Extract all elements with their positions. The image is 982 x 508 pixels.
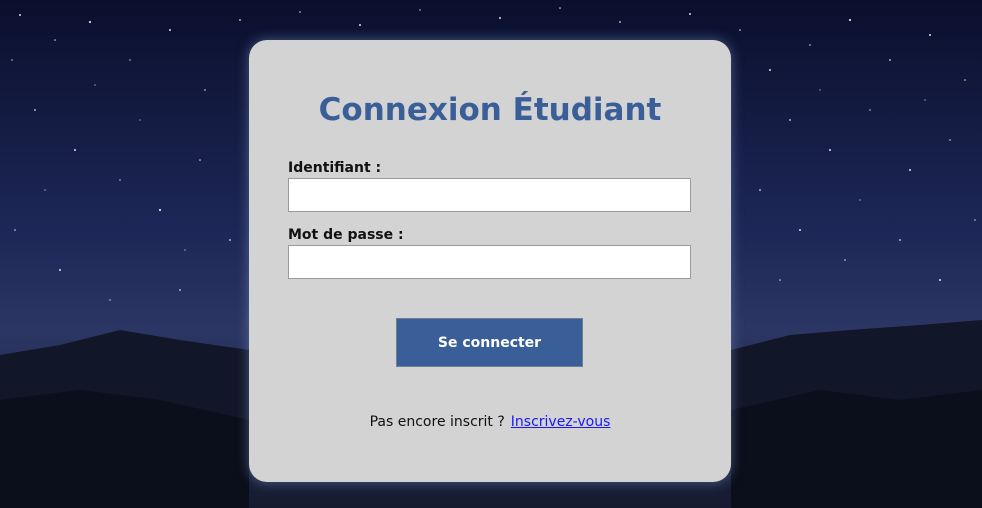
password-input[interactable]	[288, 245, 691, 279]
login-button[interactable]: Se connecter	[396, 318, 583, 367]
username-label: Identifiant :	[288, 160, 382, 176]
password-label: Mot de passe :	[288, 227, 404, 243]
login-card: Connexion Étudiant Identifiant : Mot de …	[249, 40, 731, 482]
signup-row: Pas encore inscrit ? Inscrivez-vous	[249, 414, 731, 430]
username-input[interactable]	[288, 178, 691, 212]
signup-link[interactable]: Inscrivez-vous	[511, 414, 611, 430]
page-title: Connexion Étudiant	[318, 92, 662, 128]
signup-prompt: Pas encore inscrit ?	[369, 414, 505, 430]
